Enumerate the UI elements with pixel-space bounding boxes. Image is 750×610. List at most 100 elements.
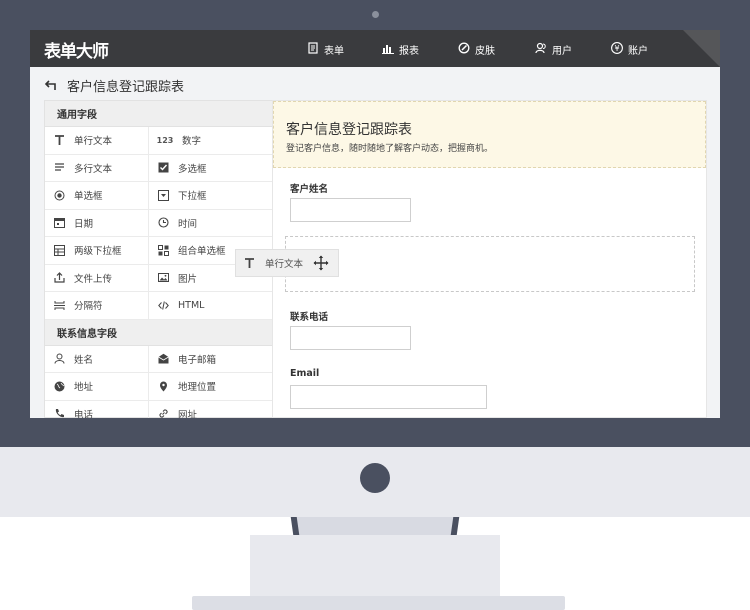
form-title: 客户信息登记跟踪表 [286,122,412,138]
text-icon [53,134,65,146]
nav-users[interactable]: 用户 [535,41,572,57]
field-label: HTML [178,299,205,311]
nav-account[interactable]: ¥ 账户 [611,41,648,57]
field-label: 姓名 [74,354,94,366]
page-header: 客户信息登记跟踪表 [44,76,185,95]
svg-text:¥: ¥ [614,44,619,53]
monitor-stand-neck [295,517,455,535]
move-icon[interactable] [313,255,329,271]
yen-icon: ¥ [611,41,623,57]
page-title: 客户信息登记跟踪表 [67,79,185,95]
dropdown-icon [157,189,169,201]
person-icon [53,353,65,365]
field-label: 数字 [182,136,202,148]
code-icon [157,299,169,311]
contact-phone-input[interactable] [290,326,411,350]
field-checkbox[interactable]: 多选框 [149,155,281,182]
nav-forms[interactable]: 表单 [307,41,344,57]
field-label: 网址 [178,409,198,418]
nav-label: 皮肤 [475,45,495,57]
back-arrow-icon[interactable] [44,76,58,95]
field-label: 图片 [178,273,198,285]
field-geo-location[interactable]: 地理位置 [149,373,281,401]
image-icon [157,272,169,284]
form-header[interactable]: 客户信息登记跟踪表 登记客户信息，随时随地了解客户动态，把握商机。 [273,101,706,168]
number-icon: 123 [156,135,174,145]
checkbox-icon [157,162,169,174]
field-file-upload[interactable]: 文件上传 [45,264,149,292]
text-icon [244,257,255,269]
group-header-common: 通用字段 [45,101,281,127]
dragging-field-ghost[interactable]: 单行文本 [235,249,339,277]
field-dropdown[interactable]: 下拉框 [149,182,281,210]
radio-icon [53,189,65,201]
clock-icon [157,217,169,229]
document-icon [307,41,319,57]
field-label: 多选框 [178,163,207,175]
field-divider[interactable]: 分隔符 [45,292,149,320]
field-label: 分隔符 [74,301,103,313]
location-pin-icon [157,380,169,392]
paragraph-icon [53,162,65,174]
customer-name-input[interactable] [290,198,411,222]
drop-placeholder[interactable] [285,236,695,292]
bar-chart-icon [382,42,394,57]
field-label-customer-name: 客户姓名 [290,184,329,195]
field-label-contact-phone: 联系电话 [290,312,329,323]
field-single-line-text[interactable]: 单行文本 [45,127,149,155]
field-label: 两级下拉框 [74,246,122,258]
field-label: 地理位置 [178,382,217,394]
email-icon [157,353,169,365]
divider-icon [53,299,65,311]
nav-label: 报表 [399,45,419,57]
nav-label: 用户 [552,45,572,57]
field-label: 组合单选框 [178,246,226,258]
two-level-dropdown-icon [53,244,65,256]
calendar-icon [53,217,65,229]
topbar-corner-decoration [683,30,720,67]
upload-icon [53,272,65,284]
field-time[interactable]: 时间 [149,210,281,237]
field-address[interactable]: 地址 [45,373,149,401]
field-label: 电子邮箱 [178,354,217,366]
nav-label: 表单 [324,45,344,57]
palette-icon [458,42,470,57]
field-label: 单选框 [74,191,103,203]
common-fields-grid: 单行文本 123 数字 多行文本 多选框 单选框 下拉框 日期 时间 两级下拉框… [45,127,281,320]
combo-radio-icon [157,244,169,256]
top-navigation-bar: 表单大师 表单 报表 皮肤 用户 ¥ 账户 [30,30,720,67]
dragging-field-label: 单行文本 [265,259,304,270]
field-html[interactable]: HTML [149,292,281,320]
field-two-level-dropdown[interactable]: 两级下拉框 [45,237,149,265]
field-phone[interactable]: 电话 [45,400,149,418]
group-header-contact: 联系信息字段 [45,319,281,346]
contact-fields-grid: 姓名 电子邮箱 地址 地理位置 电话 网址 [45,345,281,418]
monitor-stand-base [192,596,565,610]
phone-icon [53,408,65,418]
field-email[interactable]: 电子邮箱 [149,346,281,373]
field-multi-line-text[interactable]: 多行文本 [45,154,149,182]
field-label: 多行文本 [74,163,113,175]
field-label-email: Email [290,368,320,379]
globe-icon [53,380,65,392]
field-url[interactable]: 网址 [149,401,281,418]
power-button [360,463,390,493]
form-description: 登记客户信息，随时随地了解客户动态，把握商机。 [286,144,494,154]
users-icon [535,42,547,57]
field-date[interactable]: 日期 [45,209,149,237]
nav-label: 账户 [628,45,648,57]
field-label: 下拉框 [178,191,207,203]
field-number[interactable]: 123 数字 [149,127,281,155]
field-label: 地址 [74,382,94,394]
email-input[interactable] [290,385,487,409]
field-label: 日期 [74,218,94,230]
field-name[interactable]: 姓名 [45,345,149,373]
monitor-stand [250,535,500,605]
screen: 表单大师 表单 报表 皮肤 用户 ¥ 账户 客户信息登记跟踪表 通用字段 单行文… [30,30,720,418]
app-logo[interactable]: 表单大师 [44,37,109,62]
field-radio[interactable]: 单选框 [45,182,149,210]
camera-dot [372,11,379,18]
nav-reports[interactable]: 报表 [382,41,419,57]
field-label: 单行文本 [74,136,113,148]
nav-skins[interactable]: 皮肤 [458,41,495,57]
